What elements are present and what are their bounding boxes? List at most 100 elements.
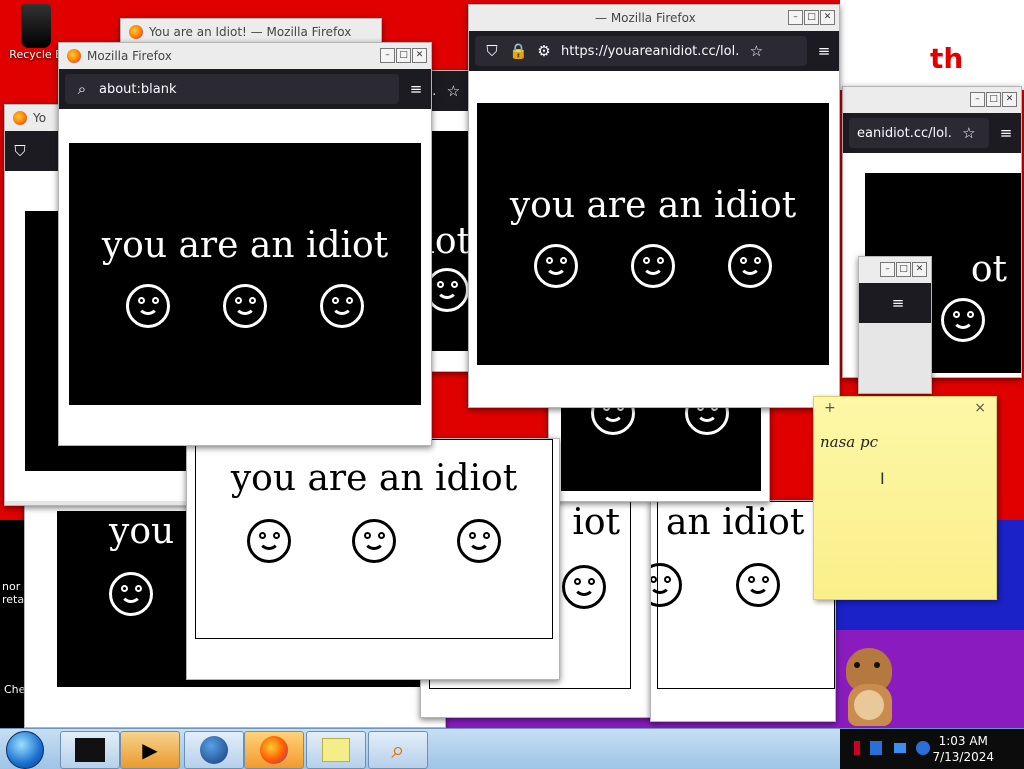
browser-toolbar: ≡ bbox=[859, 283, 931, 323]
desktop-background-black bbox=[0, 520, 26, 730]
hamster-pet-image[interactable] bbox=[834, 640, 904, 730]
taskbar-globe-icon[interactable] bbox=[184, 731, 244, 769]
firefox-icon bbox=[13, 111, 27, 125]
menu-icon[interactable]: ≡ bbox=[815, 42, 833, 60]
smiley-icon bbox=[351, 519, 396, 563]
tray-flag-icon[interactable] bbox=[854, 741, 860, 755]
taskbar-sticky-notes-icon[interactable] bbox=[306, 731, 366, 769]
close-note-button[interactable]: × bbox=[974, 400, 986, 416]
window-titlebar[interactable]: – □ ✕ bbox=[843, 87, 1021, 113]
browser-toolbar: ⌕ about:blank ≡ bbox=[59, 69, 431, 109]
prank-text: you are an idiot bbox=[230, 458, 518, 499]
minimize-button[interactable]: – bbox=[788, 10, 803, 25]
window-titlebar[interactable]: Mozilla Firefox – □ ✕ bbox=[59, 43, 431, 69]
window-title: Mozilla Firefox bbox=[87, 49, 172, 63]
firefox-window-back-right[interactable]: an idiot bbox=[650, 500, 836, 722]
window-titlebar[interactable]: – □ ✕ bbox=[859, 257, 931, 283]
smiley-icon bbox=[736, 563, 780, 607]
menu-icon[interactable]: ≡ bbox=[889, 294, 907, 312]
close-button[interactable]: ✕ bbox=[912, 262, 927, 277]
search-icon: ⌕ bbox=[77, 80, 87, 98]
taskbar-firefox-icon[interactable] bbox=[244, 731, 304, 769]
smiley-icon bbox=[562, 565, 606, 609]
window-controls: – □ ✕ bbox=[380, 48, 427, 63]
smiley-icon bbox=[533, 244, 578, 288]
smiley-row bbox=[69, 284, 421, 328]
smiley-icon bbox=[246, 519, 291, 563]
add-note-button[interactable]: + bbox=[824, 400, 836, 416]
url-bar[interactable]: ⛉ 🔒 ⚙ https://youareanidiot.cc/lol. ☆ bbox=[475, 36, 807, 66]
close-button[interactable]: ✕ bbox=[1002, 92, 1017, 107]
taskbar: ▶ ⌕ 1:03 AM 7/13/2024 bbox=[0, 728, 1024, 769]
prank-text: you are an idiot bbox=[101, 225, 389, 266]
bookmark-star-icon[interactable]: ☆ bbox=[444, 82, 462, 100]
tray-display-icon[interactable] bbox=[894, 743, 906, 753]
smiley-icon bbox=[457, 519, 502, 563]
smiley-icon bbox=[630, 244, 675, 288]
text-cursor-icon: I bbox=[880, 469, 885, 488]
prank-text: an idiot bbox=[666, 502, 805, 543]
smiley-icon bbox=[109, 572, 153, 616]
window-controls: – □ ✕ bbox=[970, 92, 1017, 107]
smiley-icon bbox=[222, 284, 267, 328]
smiley-icon bbox=[728, 244, 773, 288]
tray-volume-icon[interactable] bbox=[916, 741, 930, 755]
maximize-button[interactable]: □ bbox=[396, 48, 411, 63]
url-bar[interactable]: eanidiot.cc/lol. ☆ bbox=[849, 118, 989, 148]
sticky-note-text[interactable]: nasa pc bbox=[814, 419, 996, 465]
firefox-icon bbox=[67, 49, 81, 63]
taskbar-terminal-icon[interactable] bbox=[60, 731, 120, 769]
url-bar[interactable]: ⌕ about:blank bbox=[65, 74, 399, 104]
clock-date: 7/13/2024 bbox=[932, 750, 994, 764]
sticky-note-header: + × bbox=[814, 397, 996, 419]
prank-panel: you are an idiot bbox=[477, 103, 829, 365]
desktop-corner-text: th bbox=[930, 42, 964, 75]
menu-icon[interactable]: ≡ bbox=[407, 80, 425, 98]
maximize-button[interactable]: □ bbox=[896, 262, 911, 277]
firefox-window-main[interactable]: Mozilla Firefox – □ ✕ ⌕ about:blank ≡ you … bbox=[58, 42, 432, 446]
window-controls: – □ ✕ bbox=[880, 262, 927, 277]
menu-icon[interactable]: ≡ bbox=[997, 124, 1015, 142]
start-button[interactable] bbox=[6, 731, 44, 769]
browser-toolbar: ⛉ 🔒 ⚙ https://youareanidiot.cc/lol. ☆ ≡ bbox=[469, 31, 839, 71]
bookmark-star-icon[interactable]: ☆ bbox=[747, 42, 765, 60]
window-titlebar[interactable]: — Mozilla Firefox – □ ✕ bbox=[469, 5, 839, 31]
shield-icon[interactable]: ⛉ bbox=[11, 142, 29, 160]
minimize-button[interactable]: – bbox=[880, 262, 895, 277]
url-text: about:blank bbox=[99, 81, 177, 97]
firefox-window-white[interactable]: you are an idiot bbox=[186, 438, 560, 680]
minimize-button[interactable]: – bbox=[380, 48, 395, 63]
prank-panel: you are an idiot bbox=[69, 143, 421, 405]
firefox-window-right[interactable]: — Mozilla Firefox – □ ✕ ⛉ 🔒 ⚙ https://youa… bbox=[468, 4, 840, 408]
prank-text: you are an idiot bbox=[509, 185, 797, 226]
prank-panel: an idiot bbox=[651, 501, 835, 689]
lock-icon[interactable]: 🔒 bbox=[509, 42, 528, 60]
firefox-window-small[interactable]: – □ ✕ ≡ bbox=[858, 256, 932, 394]
tray-network-icon[interactable] bbox=[870, 741, 882, 755]
smiley-icon bbox=[941, 298, 985, 342]
desktop-icon-nor[interactable]: nor reta bbox=[2, 580, 26, 606]
smiley-icon bbox=[651, 563, 682, 607]
close-button[interactable]: ✕ bbox=[412, 48, 427, 63]
maximize-button[interactable]: □ bbox=[804, 10, 819, 25]
minimize-button[interactable]: – bbox=[970, 92, 985, 107]
sticky-note[interactable]: + × nasa pc I bbox=[813, 396, 997, 600]
maximize-button[interactable]: □ bbox=[986, 92, 1001, 107]
desktop-icon-nor-label: nor bbox=[2, 580, 21, 593]
window-title: You are an Idiot! — Mozilla Firefox bbox=[149, 25, 352, 39]
bookmark-star-icon[interactable]: ☆ bbox=[960, 124, 978, 142]
clock-time: 1:03 AM bbox=[938, 734, 988, 748]
url-text: https://youareanidiot.cc/lol. bbox=[561, 43, 740, 59]
clock[interactable]: 1:03 AM 7/13/2024 bbox=[932, 733, 994, 765]
permissions-icon[interactable]: ⚙ bbox=[535, 42, 553, 60]
desktop-icon-nor-label2: reta bbox=[2, 593, 25, 606]
firefox-icon bbox=[129, 25, 143, 39]
shield-icon[interactable]: ⛉ bbox=[483, 42, 501, 60]
taskbar-media-player-icon[interactable]: ▶ bbox=[120, 731, 180, 769]
smiley-row bbox=[196, 519, 552, 563]
system-tray: 1:03 AM 7/13/2024 bbox=[840, 729, 1024, 769]
close-button[interactable]: ✕ bbox=[820, 10, 835, 25]
taskbar-search-icon[interactable]: ⌕ bbox=[368, 731, 428, 769]
prank-panel: you are an idiot bbox=[195, 439, 553, 639]
window-controls: – □ ✕ bbox=[788, 10, 835, 25]
